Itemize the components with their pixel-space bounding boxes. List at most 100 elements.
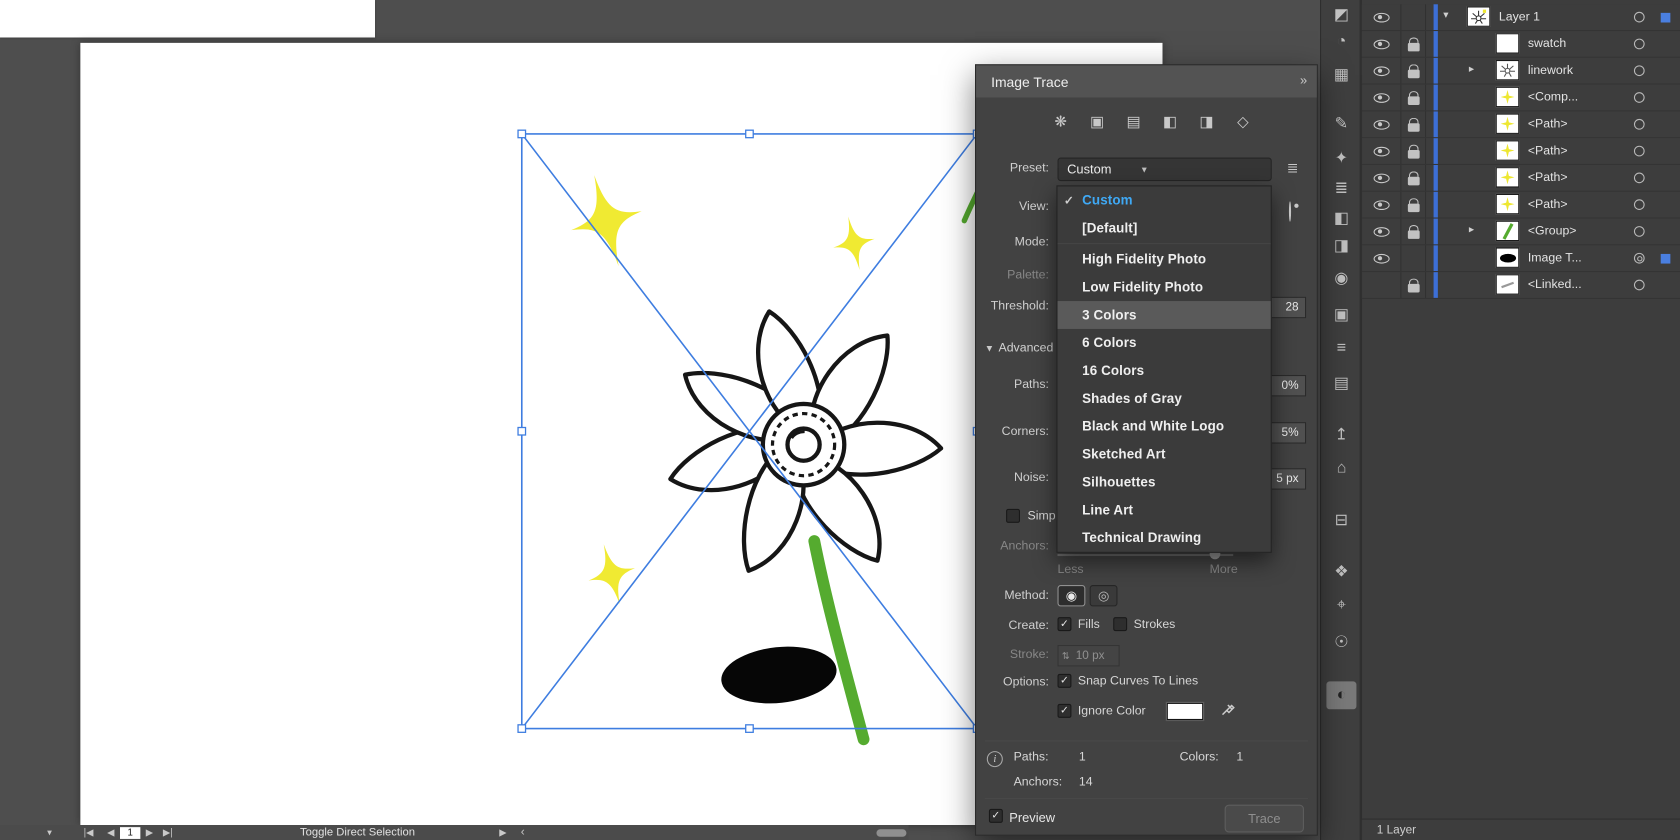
visibility-toggle[interactable] xyxy=(1362,58,1402,84)
layer-row-image-trace[interactable]: Image T... xyxy=(1362,245,1680,272)
layer-thumbnail[interactable] xyxy=(1496,167,1520,187)
layer-name[interactable]: <Comp... xyxy=(1528,85,1578,111)
preset-option-default[interactable]: [Default] xyxy=(1058,214,1271,242)
target-circle[interactable] xyxy=(1634,39,1645,50)
lock-toggle[interactable] xyxy=(1401,219,1426,245)
lock-toggle[interactable] xyxy=(1401,245,1426,271)
strokes-checkbox[interactable] xyxy=(1113,617,1127,631)
asset-export-panel-icon[interactable]: ↥ xyxy=(1321,424,1362,443)
ignore-color-swatch[interactable] xyxy=(1167,703,1203,720)
navigator-panel-icon[interactable]: ⌖ xyxy=(1321,596,1362,614)
gradient-panel-icon[interactable]: ◧ xyxy=(1321,208,1362,227)
target-circle[interactable] xyxy=(1634,199,1645,210)
visibility-toggle[interactable] xyxy=(1362,31,1402,57)
next-artboard-icon[interactable]: ▶ xyxy=(146,825,153,840)
prev-artboard-icon[interactable]: ◀ xyxy=(107,825,114,840)
lock-toggle[interactable] xyxy=(1401,31,1426,57)
lock-toggle[interactable] xyxy=(1401,85,1426,111)
high-color-icon[interactable]: ▣ xyxy=(1083,113,1111,131)
visibility-toggle[interactable] xyxy=(1362,138,1402,164)
align-panel-icon[interactable]: ⊟ xyxy=(1321,510,1362,529)
preset-option-silhouettes[interactable]: Silhouettes xyxy=(1058,468,1271,496)
method-overlapping-button[interactable]: ◎ xyxy=(1090,585,1118,606)
fills-checkbox[interactable] xyxy=(1058,617,1072,631)
layer-name[interactable]: <Path> xyxy=(1528,165,1568,191)
simplify-checkbox[interactable] xyxy=(1006,509,1020,523)
layer-row-linked[interactable]: <Linked... xyxy=(1362,272,1680,299)
layer-thumbnail[interactable] xyxy=(1496,33,1520,53)
preset-option-3-colors[interactable]: 3 Colors xyxy=(1058,301,1271,329)
libraries-panel-icon[interactable]: ⌂ xyxy=(1321,459,1362,477)
visibility-toggle[interactable] xyxy=(1362,192,1402,218)
lock-toggle[interactable] xyxy=(1401,111,1426,137)
lock-toggle[interactable] xyxy=(1401,165,1426,191)
lock-toggle[interactable] xyxy=(1401,138,1426,164)
visibility-toggle[interactable] xyxy=(1362,85,1402,111)
layer-row-group[interactable]: ▸ <Group> xyxy=(1362,219,1680,246)
brushes-panel-icon[interactable]: ✎ xyxy=(1321,114,1362,133)
view-eye-icon[interactable] xyxy=(1289,201,1291,221)
trace-button[interactable]: Trace xyxy=(1225,805,1304,833)
layer-row-linework[interactable]: ▸ linework xyxy=(1362,58,1680,85)
layer-thumbnail[interactable] xyxy=(1496,194,1520,214)
layer-row-path-1[interactable]: <Path> xyxy=(1362,111,1680,138)
status-play-icon[interactable]: ▶ xyxy=(499,825,506,840)
selection-square[interactable] xyxy=(1661,254,1671,264)
target-circle[interactable] xyxy=(1634,173,1645,184)
layer-thumbnail[interactable] xyxy=(1496,247,1520,267)
auto-color-icon[interactable]: ❋ xyxy=(1047,113,1075,131)
eyedropper-icon[interactable] xyxy=(1220,700,1237,717)
visibility-toggle[interactable] xyxy=(1362,245,1402,271)
lock-toggle[interactable] xyxy=(1401,192,1426,218)
layers-panel-icon[interactable]: ≡ xyxy=(1321,339,1362,357)
target-circle-selected[interactable] xyxy=(1634,253,1645,264)
target-circle[interactable] xyxy=(1634,12,1645,23)
layer-thumbnail[interactable] xyxy=(1496,274,1520,294)
visibility-toggle[interactable] xyxy=(1362,165,1402,191)
chevron-right-icon[interactable]: ▸ xyxy=(1469,63,1474,75)
artboards-panel-icon[interactable]: ▤ xyxy=(1321,373,1362,392)
preset-option-sketched-art[interactable]: Sketched Art xyxy=(1058,440,1271,468)
layer-thumbnail[interactable] xyxy=(1467,6,1491,26)
layer-thumbnail[interactable] xyxy=(1496,114,1520,134)
snap-curves-checkbox[interactable] xyxy=(1058,674,1072,688)
preset-option-custom[interactable]: ✓ Custom xyxy=(1058,186,1271,214)
layer-row-compound[interactable]: <Comp... xyxy=(1362,85,1680,112)
symbols-panel-icon[interactable]: ✦ xyxy=(1321,148,1362,167)
appearance-panel-icon[interactable]: ◉ xyxy=(1321,268,1362,287)
status-back-icon[interactable]: ‹ xyxy=(521,825,525,840)
visibility-toggle[interactable] xyxy=(1362,4,1402,30)
preset-option-16-colors[interactable]: 16 Colors xyxy=(1058,357,1271,385)
layer-name[interactable]: <Path> xyxy=(1528,192,1568,218)
layer-row-path-3[interactable]: <Path> xyxy=(1362,165,1680,192)
preset-option-shades-of-gray[interactable]: Shades of Gray xyxy=(1058,385,1271,413)
image-trace-panel-header[interactable]: Image Trace » xyxy=(976,65,1317,97)
black-and-white-icon[interactable]: ◨ xyxy=(1193,113,1221,131)
preset-option-low-fidelity-photo[interactable]: Low Fidelity Photo xyxy=(1058,273,1271,301)
preset-select[interactable]: Custom ▼ xyxy=(1058,158,1272,182)
layer-name[interactable]: <Path> xyxy=(1528,138,1568,164)
statusbar-collapse-icon[interactable]: ▾ xyxy=(47,825,52,840)
graphic-styles-panel-icon[interactable]: ▣ xyxy=(1321,304,1362,323)
layer-thumbnail[interactable] xyxy=(1496,221,1520,241)
grayscale-icon[interactable]: ◧ xyxy=(1156,113,1184,131)
preset-option-black-and-white-logo[interactable]: Black and White Logo xyxy=(1058,413,1271,441)
preset-option-technical-drawing[interactable]: Technical Drawing xyxy=(1058,524,1271,552)
artboard-number-field[interactable]: 1 xyxy=(120,827,140,839)
preset-option-line-art[interactable]: Line Art xyxy=(1058,496,1271,524)
lock-toggle[interactable] xyxy=(1401,58,1426,84)
info-panel-icon[interactable]: ☉ xyxy=(1321,632,1362,651)
visibility-toggle[interactable] xyxy=(1362,111,1402,137)
pathfinder-panel-icon[interactable]: ❖ xyxy=(1321,561,1362,580)
layer-thumbnail[interactable] xyxy=(1496,87,1520,107)
layer-name[interactable]: Image T... xyxy=(1528,245,1582,271)
advanced-section-toggle[interactable]: ▼Advanced xyxy=(985,342,1054,355)
target-circle[interactable] xyxy=(1634,146,1645,157)
layer-thumbnail[interactable] xyxy=(1496,60,1520,80)
layer-name[interactable]: <Path> xyxy=(1528,111,1568,137)
layer-row-layer-1[interactable]: ▾ Layer 1 xyxy=(1362,4,1680,31)
anchors-slider[interactable] xyxy=(1058,554,1234,556)
target-circle[interactable] xyxy=(1634,226,1645,237)
chevron-down-icon[interactable]: ▾ xyxy=(1443,10,1448,22)
first-artboard-icon[interactable]: |◀ xyxy=(84,825,94,840)
